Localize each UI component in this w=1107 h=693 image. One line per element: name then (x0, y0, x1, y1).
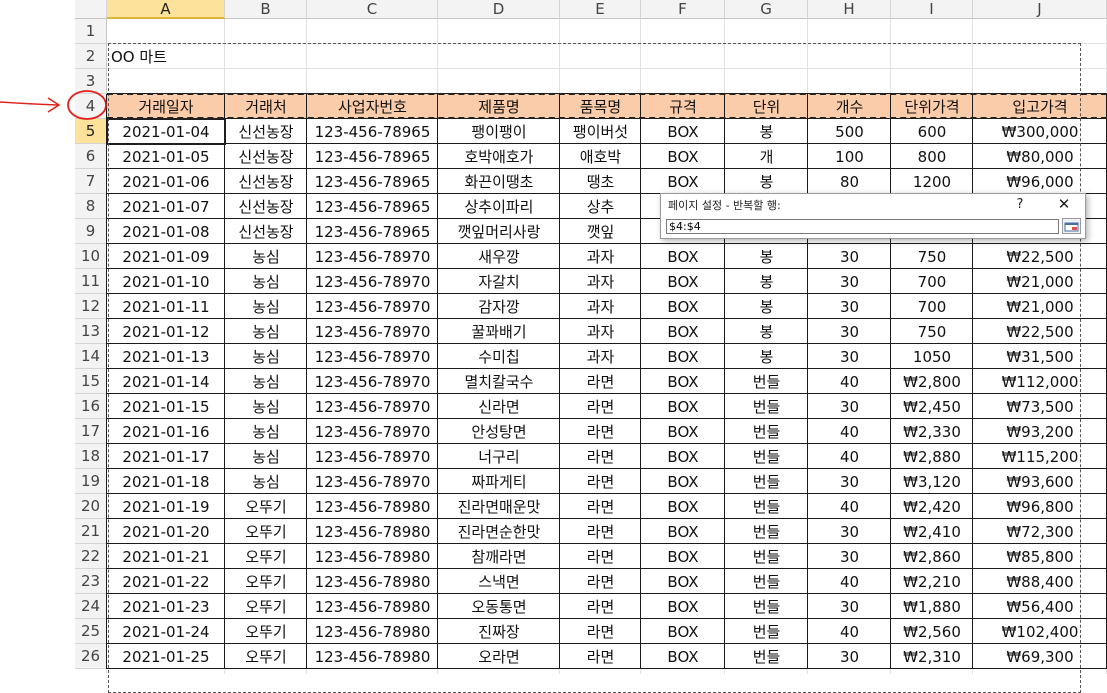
row-header-13[interactable]: 13 (75, 319, 107, 344)
row-header-26[interactable]: 26 (75, 644, 107, 669)
row-header-19[interactable]: 19 (75, 469, 107, 494)
row-header-9[interactable]: 9 (75, 219, 107, 244)
row-header-15[interactable]: 15 (75, 369, 107, 394)
column-header-e[interactable]: E (560, 0, 641, 19)
select-all-corner[interactable] (75, 0, 107, 19)
row-header-18[interactable]: 18 (75, 444, 107, 469)
help-button[interactable]: ? (1013, 196, 1027, 212)
row-header-10[interactable]: 10 (75, 244, 107, 269)
column-header-g[interactable]: G (725, 0, 808, 19)
row-header-22[interactable]: 22 (75, 544, 107, 569)
column-header-c[interactable]: C (307, 0, 438, 19)
table-border-vertical (106, 94, 107, 669)
row-header-2[interactable]: 2 (75, 44, 107, 69)
print-area-marquee (108, 43, 1081, 693)
row-header-8[interactable]: 8 (75, 194, 107, 219)
row-header-11[interactable]: 11 (75, 269, 107, 294)
row-header-17[interactable]: 17 (75, 419, 107, 444)
column-header-f[interactable]: F (641, 0, 725, 19)
dialog-title: 페이지 설정 - 반복할 행: (668, 199, 781, 212)
page-setup-repeat-rows-dialog[interactable]: 페이지 설정 - 반복할 행: ? ✕ (660, 193, 1086, 239)
row-header-3[interactable]: 3 (75, 69, 107, 94)
row-header-16[interactable]: 16 (75, 394, 107, 419)
range-collapse-icon-glyph (1064, 222, 1079, 232)
row-header-12[interactable]: 12 (75, 294, 107, 319)
row-header-14[interactable]: 14 (75, 344, 107, 369)
close-button[interactable]: ✕ (1055, 195, 1073, 213)
row-header-20[interactable]: 20 (75, 494, 107, 519)
column-header-i[interactable]: I (891, 0, 973, 19)
column-header-b[interactable]: B (225, 0, 307, 19)
spreadsheet-view[interactable]: A B C D E F G H I J 1 2 3 4 5 6 7 8 9 10 11 12 13 14 15 16 17 18 19 2… (0, 0, 1107, 693)
column-header-j[interactable]: J (973, 0, 1107, 19)
row-header-25[interactable]: 25 (75, 619, 107, 644)
row-header-6[interactable]: 6 (75, 144, 107, 169)
row-header-4[interactable]: 4 (75, 94, 107, 119)
column-header-h[interactable]: H (808, 0, 891, 19)
row-header-1[interactable]: 1 (75, 19, 107, 44)
row-header-7[interactable]: 7 (75, 169, 107, 194)
repeat-rows-range-input[interactable] (666, 219, 1059, 234)
column-header-d[interactable]: D (438, 0, 560, 19)
repeat-row-marquee (107, 93, 1107, 119)
range-collapse-icon[interactable] (1062, 218, 1081, 234)
column-header-a[interactable]: A (107, 0, 225, 19)
row-header-24[interactable]: 24 (75, 594, 107, 619)
row-header-21[interactable]: 21 (75, 519, 107, 544)
row-header-5[interactable]: 5 (75, 119, 107, 144)
row-header-23[interactable]: 23 (75, 569, 107, 594)
